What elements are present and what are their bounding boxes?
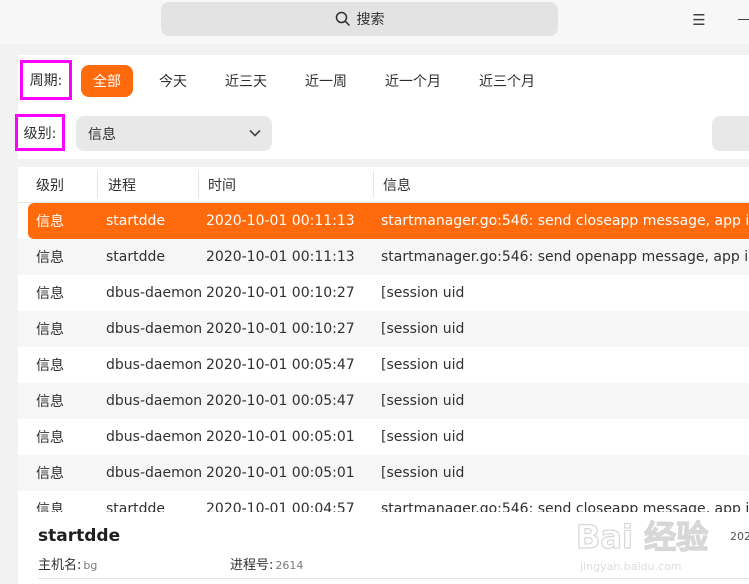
log-table: 级别 进程 时间 信息 信息 startdde 2020-10-01 00:11:1… xyxy=(18,167,749,512)
cell-level: 信息 xyxy=(36,286,64,302)
cell-level: 信息 xyxy=(36,466,64,482)
cell-time: 2020-10-01 00:11:13 xyxy=(206,213,355,229)
cell-info: startmanager.go:546: send closeapp messa… xyxy=(381,501,749,512)
column-divider xyxy=(373,171,374,198)
cell-process: dbus-daemon xyxy=(106,393,203,409)
cell-info: [session uid xyxy=(381,393,465,409)
column-header-info[interactable]: 信息 xyxy=(383,167,411,202)
cell-level: 信息 xyxy=(36,358,64,374)
cell-time: 2020-10-01 00:05:01 xyxy=(206,465,355,481)
period-option-button[interactable]: 全部 xyxy=(81,65,133,97)
column-header-time[interactable]: 时间 xyxy=(208,167,236,202)
cell-process: dbus-daemon xyxy=(106,357,203,373)
watermark-url: jingyan.baidu.com xyxy=(579,560,682,573)
watermark-logo: Bai 经验 jingyan.baidu.com xyxy=(570,510,740,580)
watermark-text: Bai 经验 xyxy=(576,518,708,556)
table-row[interactable]: 信息 dbus-daemon 2020-10-01 00:10:27 [session… xyxy=(18,275,749,311)
cell-time: 2020-10-01 00:10:27 xyxy=(206,285,355,301)
cell-process: dbus-daemon xyxy=(106,285,203,301)
detail-title: startdde xyxy=(38,526,121,546)
cell-level: 信息 xyxy=(36,394,64,410)
level-dropdown[interactable]: 信息 xyxy=(76,116,272,151)
cell-time: 2020-10-01 00:05:01 xyxy=(206,429,355,445)
detail-host: 主机名: bg xyxy=(38,554,97,573)
column-header-process[interactable]: 进程 xyxy=(108,167,136,202)
cell-time: 2020-10-01 00:10:27 xyxy=(206,321,355,337)
table-row[interactable]: 信息 dbus-daemon 2020-10-01 00:05:01 [session… xyxy=(18,455,749,491)
cell-info: [session uid xyxy=(381,321,465,337)
cell-time: 2020-10-01 00:11:13 xyxy=(206,249,355,265)
host-value: bg xyxy=(83,559,98,572)
cell-info: [session uid xyxy=(381,357,465,373)
cell-level: 信息 xyxy=(36,430,64,446)
cell-level: 信息 xyxy=(36,250,64,266)
cell-process: startdde xyxy=(106,501,165,512)
cell-level: 信息 xyxy=(36,322,64,338)
column-header-level[interactable]: 级别 xyxy=(36,167,64,202)
search-label: 搜索 xyxy=(356,12,385,28)
host-label: 主机名: xyxy=(38,558,82,573)
search-icon xyxy=(335,11,351,27)
pid-value: 2614 xyxy=(275,559,304,572)
minimize-icon[interactable] xyxy=(738,19,749,20)
search-box[interactable]: 搜索 xyxy=(161,2,558,36)
cell-process: dbus-daemon xyxy=(106,465,203,481)
cell-info: [session uid xyxy=(381,285,465,301)
table-row[interactable]: 信息 startdde 2020-10-01 00:11:13 startmanage… xyxy=(28,203,749,239)
period-option-button[interactable]: 近一周 xyxy=(294,65,358,97)
period-option-button[interactable]: 近三个月 xyxy=(468,65,546,97)
period-option-button[interactable]: 今天 xyxy=(148,65,198,97)
cell-info: startmanager.go:546: send closeapp messa… xyxy=(381,213,749,229)
table-row[interactable]: 信息 dbus-daemon 2020-10-01 00:10:27 [session… xyxy=(18,311,749,347)
column-divider xyxy=(198,171,199,198)
column-divider xyxy=(97,171,98,198)
period-option-button[interactable]: 近一个月 xyxy=(374,65,452,97)
export-button[interactable] xyxy=(712,116,749,151)
cell-time: 2020-10-01 00:04:57 xyxy=(206,501,355,512)
cell-level: 信息 xyxy=(36,502,64,512)
cell-process: startdde xyxy=(106,213,165,229)
main-menu-button[interactable]: ☰ xyxy=(688,10,710,30)
cell-time: 2020-10-01 00:05:47 xyxy=(206,357,355,373)
chevron-down-icon xyxy=(248,126,262,144)
cell-info: [session uid xyxy=(381,465,465,481)
table-row[interactable]: 信息 startdde 2020-10-01 00:04:57 startmanage… xyxy=(18,491,749,512)
period-option-button[interactable]: 近三天 xyxy=(214,65,278,97)
table-header: 级别 进程 时间 信息 xyxy=(18,167,749,203)
title-bar: 搜索 ☰ xyxy=(0,0,749,44)
table-row[interactable]: 信息 dbus-daemon 2020-10-01 00:05:01 [session… xyxy=(18,419,749,455)
cell-process: startdde xyxy=(106,249,165,265)
table-row[interactable]: 信息 dbus-daemon 2020-10-01 00:05:47 [session… xyxy=(18,383,749,419)
cell-time: 2020-10-01 00:05:47 xyxy=(206,393,355,409)
table-row[interactable]: 信息 startdde 2020-10-01 00:11:13 startmanage… xyxy=(18,239,749,275)
level-label: 级别: xyxy=(15,114,65,151)
level-dropdown-value: 信息 xyxy=(88,126,116,143)
cell-level: 信息 xyxy=(36,214,64,230)
cell-info: startmanager.go:546: send openapp messag… xyxy=(381,249,749,265)
detail-pid: 进程号: 2614 xyxy=(230,554,303,573)
table-row[interactable]: 信息 dbus-daemon 2020-10-01 00:05:47 [session… xyxy=(18,347,749,383)
cell-info: [session uid xyxy=(381,429,465,445)
pid-label: 进程号: xyxy=(230,558,274,573)
cell-process: dbus-daemon xyxy=(106,321,203,337)
period-label: 周期: xyxy=(20,60,72,100)
cell-process: dbus-daemon xyxy=(106,429,203,445)
